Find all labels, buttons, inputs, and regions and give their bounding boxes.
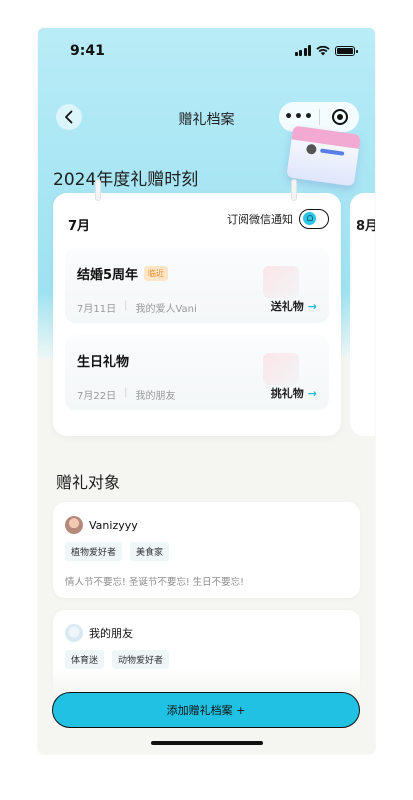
event-recipient: 我的爱人Vani — [135, 304, 197, 315]
month-card: 7月 订阅微信通知 结婚5周年 临近 7月11日 | 我的爱人Vani 送礼物 … — [53, 179, 341, 436]
recipient-header: Vanizyyy — [65, 516, 138, 534]
event-name: 生日礼物 — [77, 351, 129, 370]
tag-list: 植物爱好者 美食家 — [65, 542, 170, 561]
month-label: 7月 — [68, 219, 91, 234]
wifi-icon — [316, 45, 330, 56]
event-card[interactable]: 生日礼物 7月22日 | 我的朋友 挑礼物 → — [65, 335, 329, 410]
event-card[interactable]: 结婚5周年 临近 7月11日 | 我的爱人Vani 送礼物 → — [65, 248, 329, 323]
event-recipient: 我的朋友 — [135, 391, 176, 402]
subscribe-toggle[interactable] — [299, 209, 329, 229]
event-meta: 7月11日 | 我的爱人Vani — [77, 300, 197, 315]
month-label: 8月 — [356, 219, 375, 234]
pick-gift-button[interactable]: 挑礼物 → — [271, 385, 317, 401]
event-name: 结婚5周年 临近 — [77, 264, 169, 283]
signal-icon — [294, 45, 311, 56]
recipient-name: Vanizyyy — [89, 518, 138, 532]
send-gift-button[interactable]: 送礼物 → — [271, 298, 317, 314]
avatar — [65, 624, 83, 642]
avatar — [65, 516, 83, 534]
recipient-header: 我的朋友 — [65, 624, 133, 642]
arrow-right-icon: → — [307, 299, 317, 313]
subscribe-label: 订阅微信通知 — [227, 213, 293, 226]
status-bar: 9:41 — [38, 28, 375, 72]
add-gift-profile-button[interactable]: 添加赠礼档案 + — [52, 692, 360, 728]
binder-ring — [95, 179, 101, 201]
meta-divider: | — [124, 300, 128, 311]
next-month-card[interactable]: 8月 — [350, 193, 375, 436]
meta-divider: | — [124, 387, 128, 398]
recipient-name: 我的朋友 — [89, 627, 133, 640]
hero-title: 2024年度礼赠时刻 — [53, 170, 199, 190]
action-label: 送礼物 — [270, 300, 304, 313]
arrow-right-icon: → — [307, 386, 317, 400]
action-label: 挑礼物 — [270, 387, 304, 400]
tag-list: 体育迷 动物爱好者 — [65, 650, 170, 669]
gift-illustration-icon — [263, 353, 299, 385]
binder-ring — [291, 179, 297, 201]
phone-screen: 9:41 赠礼档案 ••• 2024年度礼赠时刻 7月 订阅微信通知 结婚5周年… — [38, 28, 375, 754]
recipient-card[interactable]: Vanizyyy 植物爱好者 美食家 情人节不要忘! 圣诞节不要忘! 生日不要忘… — [53, 502, 360, 598]
bell-icon — [303, 212, 316, 225]
status-icons — [294, 45, 358, 56]
interest-tag: 植物爱好者 — [65, 542, 123, 561]
status-time: 9:41 — [70, 43, 105, 59]
recipient-note: 情人节不要忘! 圣诞节不要忘! 生日不要忘! — [65, 577, 244, 588]
battery-icon — [335, 46, 358, 56]
event-meta: 7月22日 | 我的朋友 — [77, 387, 175, 402]
event-title: 生日礼物 — [77, 355, 130, 370]
upcoming-badge: 临近 — [144, 266, 169, 281]
interest-tag: 美食家 — [130, 542, 170, 561]
home-indicator — [151, 741, 263, 745]
event-title: 结婚5周年 — [77, 268, 139, 283]
section-title: 赠礼对象 — [56, 473, 121, 492]
event-date: 7月11日 — [77, 304, 117, 315]
subscribe-row: 订阅微信通知 — [227, 209, 329, 229]
interest-tag: 体育迷 — [65, 650, 105, 669]
gift-illustration-icon — [263, 266, 299, 298]
interest-tag: 动物爱好者 — [112, 650, 170, 669]
event-date: 7月22日 — [77, 391, 117, 402]
